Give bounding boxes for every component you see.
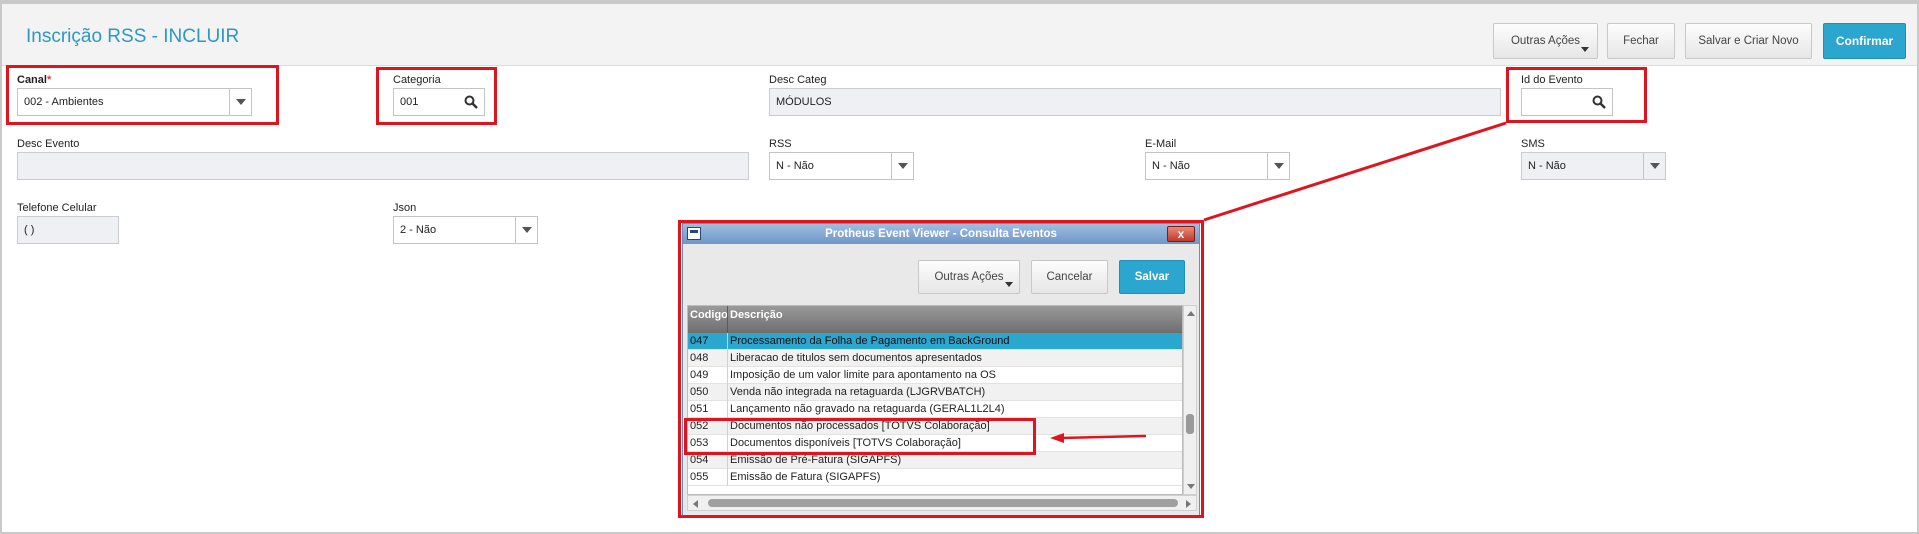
sms-value: N - Não	[1528, 160, 1566, 172]
app-window-icon	[687, 227, 701, 240]
table-row[interactable]: 054 Emissão de Pré-Fatura (SIGAPFS)	[688, 452, 1182, 469]
telefone-input[interactable]: ( )	[17, 216, 119, 244]
json-label: Json	[393, 202, 417, 214]
email-label: E-Mail	[1145, 138, 1177, 150]
desc-evento-field	[17, 152, 749, 180]
desc-categ-value: MÓDULOS	[776, 96, 832, 108]
row-descricao: Venda não integrada na retaguarda (LJGRV…	[730, 386, 986, 398]
dialog-title: Protheus Event Viewer - Consulta Eventos	[825, 228, 1057, 240]
column-header-descricao[interactable]: Descrição	[730, 309, 783, 321]
dialog-outras-acoes-label: Outras Ações	[934, 271, 1004, 283]
search-icon[interactable]	[464, 95, 478, 109]
row-descricao: Emissão de Pré-Fatura (SIGAPFS)	[730, 454, 902, 466]
close-icon[interactable]: x	[1167, 226, 1195, 242]
desc-categ-label: Desc Categ	[769, 74, 827, 86]
fechar-button[interactable]: Fechar	[1607, 23, 1675, 59]
row-codigo: 053	[690, 437, 709, 449]
page-header: Inscrição RSS - INCLUIR Outras Ações Fec…	[2, 4, 1917, 66]
vertical-scrollbar[interactable]	[1183, 305, 1197, 495]
desc-evento-label: Desc Evento	[17, 138, 80, 150]
row-descricao: Processamento da Folha de Pagamento em B…	[730, 335, 1010, 347]
sms-select[interactable]: N - Não	[1521, 152, 1666, 180]
eventos-grid: Codigo Descrição 047 Processamento da Fol…	[687, 305, 1183, 495]
categoria-label: Categoria	[393, 74, 441, 86]
row-descricao: Documentos disponíveis [TOTVS Colaboraçã…	[730, 437, 961, 449]
outras-acoes-button[interactable]: Outras Ações	[1493, 23, 1598, 59]
table-row[interactable]: 055 Emissão de Fatura (SIGAPFS)	[688, 469, 1182, 486]
categoria-input[interactable]: 001	[393, 88, 485, 116]
json-value: 2 - Não	[400, 224, 437, 236]
grid-header: Codigo Descrição	[688, 306, 1182, 333]
row-codigo: 052	[690, 420, 709, 432]
page-title: Inscrição RSS - INCLUIR	[26, 26, 240, 47]
row-descricao: Emissão de Fatura (SIGAPFS)	[730, 471, 881, 483]
table-row[interactable]: 049 Imposição de um valor limite para apo…	[688, 367, 1182, 384]
grid-rows: 047 Processamento da Folha de Pagamento e…	[688, 333, 1182, 486]
email-select[interactable]: N - Não	[1145, 152, 1290, 180]
rss-label: RSS	[769, 138, 792, 150]
chevron-down-icon[interactable]	[515, 217, 537, 243]
table-row[interactable]: 051 Lançamento não gravado na retaguarda …	[688, 401, 1182, 418]
row-codigo: 055	[690, 471, 709, 483]
table-row[interactable]: 052 Documentos não processados [TOTVS Col…	[688, 418, 1182, 435]
telefone-value: ( )	[24, 224, 35, 236]
row-codigo: 048	[690, 352, 709, 364]
desc-categ-field: MÓDULOS	[769, 88, 1501, 116]
horizontal-scrollbar[interactable]	[687, 495, 1197, 511]
outras-acoes-label: Outras Ações	[1510, 35, 1581, 47]
row-codigo: 047	[690, 335, 709, 347]
dialog-outras-acoes-button[interactable]: Outras Ações	[918, 260, 1020, 294]
telefone-label: Telefone Celular	[17, 202, 97, 214]
canal-select[interactable]: 002 - Ambientes	[17, 88, 252, 116]
table-row[interactable]: 050 Venda não integrada na retaguarda (LJ…	[688, 384, 1182, 401]
search-icon[interactable]	[1592, 95, 1606, 109]
chevron-down-icon	[1581, 47, 1589, 52]
row-codigo: 050	[690, 386, 709, 398]
consulta-eventos-dialog: Protheus Event Viewer - Consulta Eventos…	[682, 223, 1200, 516]
id-evento-input[interactable]	[1521, 88, 1613, 116]
chevron-down-icon[interactable]	[1643, 153, 1665, 179]
dialog-cancelar-button[interactable]: Cancelar	[1031, 260, 1108, 294]
categoria-value: 001	[400, 96, 419, 108]
scroll-right-icon[interactable]	[1186, 500, 1191, 508]
table-row[interactable]: 047 Processamento da Folha de Pagamento e…	[688, 333, 1182, 350]
canal-value: 002 - Ambientes	[24, 96, 104, 108]
row-descricao: Imposição de um valor limite para aponta…	[730, 369, 996, 381]
chevron-down-icon[interactable]	[1267, 153, 1289, 179]
chevron-down-icon[interactable]	[229, 89, 251, 115]
confirmar-button[interactable]: Confirmar	[1823, 23, 1906, 59]
chevron-down-icon	[1005, 282, 1013, 287]
row-descricao: Liberacao de titulos sem documentos apre…	[730, 352, 982, 364]
dialog-titlebar[interactable]: Protheus Event Viewer - Consulta Eventos…	[683, 224, 1199, 244]
row-codigo: 051	[690, 403, 709, 415]
row-codigo: 054	[690, 454, 709, 466]
table-row[interactable]: 053 Documentos disponíveis [TOTVS Colabor…	[688, 435, 1182, 452]
scroll-up-icon[interactable]	[1187, 311, 1195, 316]
row-descricao: Lançamento não gravado na retaguarda (GE…	[730, 403, 1005, 415]
table-row[interactable]: 048 Liberacao de titulos sem documentos a…	[688, 350, 1182, 367]
json-select[interactable]: 2 - Não	[393, 216, 538, 244]
row-descricao: Documentos não processados [TOTVS Colabo…	[730, 420, 990, 432]
scroll-thumb-horizontal[interactable]	[708, 499, 1178, 507]
rss-select[interactable]: N - Não	[769, 152, 914, 180]
row-codigo: 049	[690, 369, 709, 381]
sms-label: SMS	[1521, 138, 1545, 150]
column-header-codigo[interactable]: Codigo	[690, 309, 728, 321]
id-evento-label: Id do Evento	[1521, 74, 1583, 86]
rss-value: N - Não	[776, 160, 814, 172]
scroll-thumb[interactable]	[1186, 414, 1194, 434]
scroll-left-icon[interactable]	[693, 500, 698, 508]
salvar-criar-novo-button[interactable]: Salvar e Criar Novo	[1685, 23, 1812, 59]
chevron-down-icon[interactable]	[891, 153, 913, 179]
canal-label: Canal*	[17, 74, 52, 86]
scroll-down-icon[interactable]	[1187, 484, 1195, 489]
dialog-salvar-button[interactable]: Salvar	[1119, 260, 1185, 294]
email-value: N - Não	[1152, 160, 1190, 172]
